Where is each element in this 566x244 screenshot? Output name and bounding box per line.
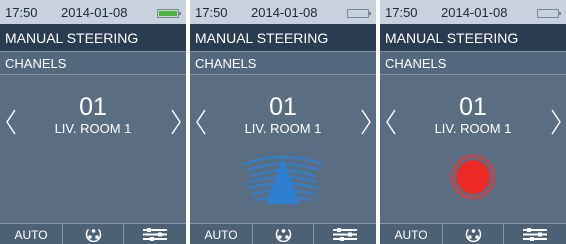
settings-button[interactable] [124,224,186,244]
channels-label: CHANELS [195,56,257,71]
channels-label: CHANELS [5,56,67,71]
fan-icon [85,228,102,243]
header-bar: MANUAL STEERING [190,24,376,51]
status-time: 17:50 [195,5,228,20]
chevron-right-icon[interactable] [551,109,561,135]
settings-button[interactable] [314,224,376,244]
auto-label: AUTO [14,228,48,242]
channel-number: 01 [459,93,487,121]
fan-mode-button[interactable] [62,224,124,244]
page-title: MANUAL STEERING [5,30,139,46]
status-date: 2014-01-08 [61,5,128,20]
auto-button[interactable]: AUTO [0,224,62,244]
bottom-bar: AUTO [380,223,566,244]
settings-button[interactable] [504,224,566,244]
battery-empty-icon [347,9,371,18]
auto-button[interactable]: AUTO [190,224,252,244]
fan-icon [465,228,482,243]
sliders-icon [143,228,167,241]
channels-menu-item[interactable]: CHANELS [190,51,376,75]
channel-number: 01 [269,93,297,121]
bottom-bar: AUTO [0,223,186,244]
status-bar: 17:50 2014-01-08 [380,0,566,24]
status-bar: 17:50 2014-01-08 [190,0,376,24]
channels-label: CHANELS [385,56,447,71]
channel-name: LIV. ROOM 1 [434,121,512,136]
sliders-icon [523,228,547,241]
auto-label: AUTO [204,228,238,242]
device-screen-2: 17:50 2014-01-08 MANUAL STEERING CHANELS… [190,0,376,244]
signal-transmitting-icon [242,155,324,204]
auto-label: AUTO [394,228,428,242]
channel-name: LIV. ROOM 1 [54,121,132,136]
fan-mode-button[interactable] [252,224,314,244]
header-bar: MANUAL STEERING [380,24,566,51]
fan-icon [275,228,292,243]
channel-name: LIV. ROOM 1 [244,121,322,136]
battery-empty-icon [537,9,561,18]
status-bar: 17:50 2014-01-08 [0,0,186,24]
channels-menu-item[interactable]: CHANELS [0,51,186,75]
bottom-bar: AUTO [190,223,376,244]
sliders-icon [333,228,357,241]
page-title: MANUAL STEERING [385,30,519,46]
status-time: 17:50 [385,5,418,20]
device-screen-3: 17:50 2014-01-08 MANUAL STEERING CHANELS… [380,0,566,244]
page-title: MANUAL STEERING [195,30,329,46]
status-time: 17:50 [5,5,38,20]
auto-button[interactable]: AUTO [380,224,442,244]
chevron-right-icon[interactable] [171,109,181,135]
status-date: 2014-01-08 [251,5,318,20]
chevron-right-icon[interactable] [361,109,371,135]
battery-full-icon [157,9,181,18]
fan-mode-button[interactable] [442,224,504,244]
channels-menu-item[interactable]: CHANELS [380,51,566,75]
device-screen-1: 17:50 2014-01-08 MANUAL STEERING CHANELS… [0,0,186,244]
header-bar: MANUAL STEERING [0,24,186,51]
record-icon [451,155,495,199]
channel-number: 01 [79,93,107,121]
status-date: 2014-01-08 [441,5,508,20]
record-dot [456,160,490,194]
